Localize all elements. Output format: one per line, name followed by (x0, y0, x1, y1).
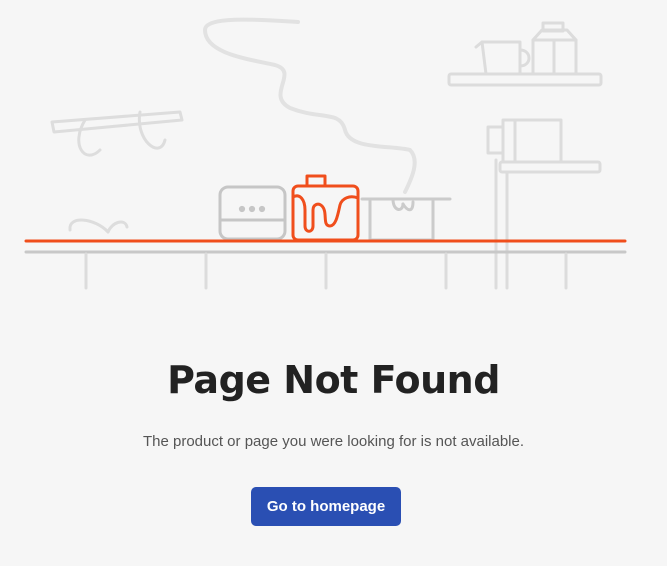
kitchen-illustration (24, 17, 627, 290)
gray-pot (360, 197, 452, 242)
side-shelf (486, 118, 602, 290)
left-utensils (50, 110, 184, 234)
page-title: Page Not Found (167, 358, 500, 402)
error-message: The product or page you were looking for… (142, 433, 525, 450)
counter-legs (84, 252, 568, 290)
top-shelf (447, 21, 603, 87)
go-to-homepage-button[interactable]: Go to homepage (251, 487, 401, 526)
orange-pot (291, 174, 360, 242)
steam-swirl (203, 17, 417, 194)
lunchbox (218, 185, 287, 241)
